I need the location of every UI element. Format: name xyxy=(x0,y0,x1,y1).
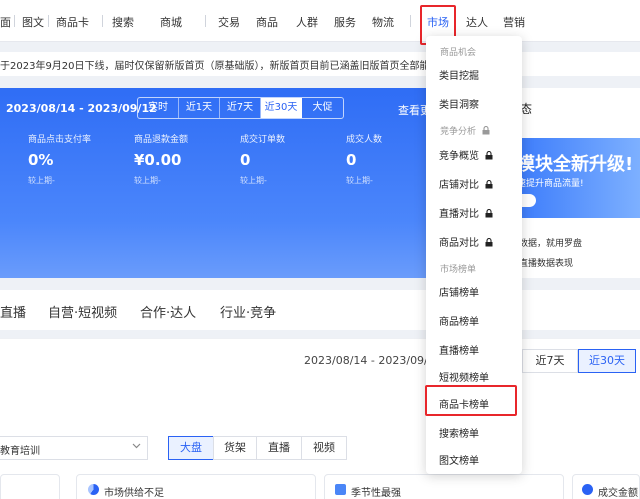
promo-subtitle: 速提升商品流量! xyxy=(517,179,584,189)
metric-value: ¥0.00 xyxy=(134,151,182,169)
pie-icon xyxy=(88,484,99,495)
menu-item-product-ranking[interactable]: 商品榜单 xyxy=(439,313,479,328)
metric-value: 0% xyxy=(28,151,54,169)
period-selector: 实时 近1天 近7天 近30天 大促 xyxy=(137,97,344,119)
nav-separator xyxy=(205,15,206,27)
menu-item-short-video-ranking[interactable]: 短视频榜单 xyxy=(439,369,489,384)
menu-item-search-ranking[interactable]: 搜索榜单 xyxy=(439,425,479,440)
chevron-down-icon xyxy=(132,442,141,452)
metric-label: 商品点击支付率 xyxy=(28,135,92,145)
insight-card[interactable] xyxy=(0,474,60,499)
period-30d[interactable]: 近30天 xyxy=(261,98,302,118)
nav-item-crowd[interactable]: 人群 xyxy=(296,14,318,30)
tab-live[interactable]: 直播 xyxy=(0,302,26,321)
segment-video[interactable]: 视频 xyxy=(301,436,347,460)
date-range-text: 2023/08/14 - 2023/09/12 xyxy=(304,354,442,367)
menu-item-shop-compare[interactable]: 店铺对比 xyxy=(439,176,493,191)
nav-item-product[interactable]: 商品 xyxy=(256,14,278,30)
notice-bar: 于2023年9月20日下线，届时仅保留新版首页（原基础版），新版首页目前已涵盖旧… xyxy=(0,52,640,76)
category-select[interactable]: 教育培训 xyxy=(0,436,148,460)
nav-separator xyxy=(14,15,15,27)
period-realtime[interactable]: 实时 xyxy=(138,98,179,118)
menu-item-category-mining[interactable]: 类目挖掘 xyxy=(439,67,479,82)
nav-item-product-card[interactable]: 商品卡 xyxy=(56,14,89,30)
metric-buyers: 成交人数 0 较上期- xyxy=(346,132,382,186)
metric-label: 成交人数 xyxy=(346,135,383,145)
metric-compare: 较上期- xyxy=(346,176,373,185)
calendar-icon xyxy=(335,484,346,495)
menu-group-rankings: 市场榜单 xyxy=(440,265,477,275)
product-card-ranking-highlight-box xyxy=(425,385,517,416)
tab-industry[interactable]: 行业·竞争 xyxy=(220,302,276,321)
segment-live[interactable]: 直播 xyxy=(256,436,302,460)
metric-orders: 成交订单数 0 较上期- xyxy=(240,132,285,186)
card-label-gmv: 成交金额 xyxy=(598,488,638,499)
segment-overall[interactable]: 大盘 xyxy=(168,436,214,460)
nav-item-trade[interactable]: 交易 xyxy=(218,14,240,30)
nav-item-talent[interactable]: 达人 xyxy=(466,14,488,30)
gmv-icon xyxy=(582,484,593,495)
lock-icon xyxy=(485,150,493,160)
notice-text: 于2023年9月20日下线，届时仅保留新版首页（原基础版），新版首页目前已涵盖旧… xyxy=(0,61,490,72)
menu-group-competition: 竞争分析 xyxy=(440,124,490,137)
card-label-season: 季节性最强 xyxy=(351,488,401,499)
metric-compare: 较上期- xyxy=(240,176,267,185)
nav-item-home[interactable]: 面 xyxy=(0,14,11,30)
nav-separator xyxy=(102,15,103,27)
promo-text-1: 数据，就用罗盘 xyxy=(519,239,583,249)
nav-item-marketing[interactable]: 营销 xyxy=(503,14,525,30)
range-7d-button[interactable]: 近7天 xyxy=(522,349,578,373)
tab-talent[interactable]: 合作·达人 xyxy=(140,302,196,321)
menu-item-label: 店铺对比 xyxy=(439,180,479,191)
promo-title: 模块全新升级! xyxy=(517,154,634,175)
menu-item-graphic-ranking[interactable]: 图文榜单 xyxy=(439,452,479,467)
menu-group-opportunity: 商品机会 xyxy=(440,48,477,58)
top-nav: 面 图文 商品卡 搜索 商城 交易 商品 人群 服务 物流 市场 达人 营销 xyxy=(0,0,640,42)
range-30d-button[interactable]: 近30天 xyxy=(578,349,636,373)
lock-icon xyxy=(482,125,490,135)
lock-icon xyxy=(485,208,493,218)
metric-compare: 较上期- xyxy=(28,176,55,185)
menu-item-competition-overview[interactable]: 竞争概览 xyxy=(439,147,493,162)
card-label-supply: 市场供给不足 xyxy=(104,488,164,499)
menu-item-shop-ranking[interactable]: 店铺榜单 xyxy=(439,284,479,299)
menu-item-product-compare[interactable]: 商品对比 xyxy=(439,234,493,249)
metric-value: 0 xyxy=(346,151,357,169)
category-select-value: 教育培训 xyxy=(0,446,40,457)
nav-item-logistics[interactable]: 物流 xyxy=(372,14,394,30)
nav-item-service[interactable]: 服务 xyxy=(334,14,356,30)
nav-item-graphic[interactable]: 图文 xyxy=(22,14,44,30)
nav-separator xyxy=(48,15,49,27)
lock-icon xyxy=(485,179,493,189)
menu-item-live-ranking[interactable]: 直播榜单 xyxy=(439,342,479,357)
menu-item-category-insight[interactable]: 类目洞察 xyxy=(439,96,479,111)
metric-label: 商品退款金额 xyxy=(134,135,189,145)
nav-item-search[interactable]: 搜索 xyxy=(112,14,134,30)
metric-value: 0 xyxy=(240,151,251,169)
nav-separator xyxy=(410,15,411,27)
period-promo[interactable]: 大促 xyxy=(302,98,343,118)
promo-text-2: 直播数据表现 xyxy=(519,259,574,269)
hero-date-range: 2023/08/14 - 2023/09/12 xyxy=(6,102,157,115)
tab-self-video[interactable]: 自营·短视频 xyxy=(48,302,117,321)
nav-item-mall[interactable]: 商城 xyxy=(160,14,182,30)
menu-item-label: 直播对比 xyxy=(439,209,479,220)
menu-item-label: 竞争概览 xyxy=(439,151,479,162)
metric-compare: 较上期- xyxy=(134,176,161,185)
metric-label: 成交订单数 xyxy=(240,135,286,145)
metric-refund-amount: 商品退款金额 ¥0.00 较上期- xyxy=(134,132,188,186)
lock-icon xyxy=(485,237,493,247)
period-7d[interactable]: 近7天 xyxy=(220,98,261,118)
menu-item-label: 商品对比 xyxy=(439,238,479,249)
segment-shelf[interactable]: 货架 xyxy=(213,436,257,460)
menu-item-live-compare[interactable]: 直播对比 xyxy=(439,205,493,220)
metric-click-pay-rate: 商品点击支付率 0% 较上期- xyxy=(28,132,91,186)
period-1d[interactable]: 近1天 xyxy=(179,98,220,118)
menu-group-competition-label: 竞争分析 xyxy=(440,127,477,137)
